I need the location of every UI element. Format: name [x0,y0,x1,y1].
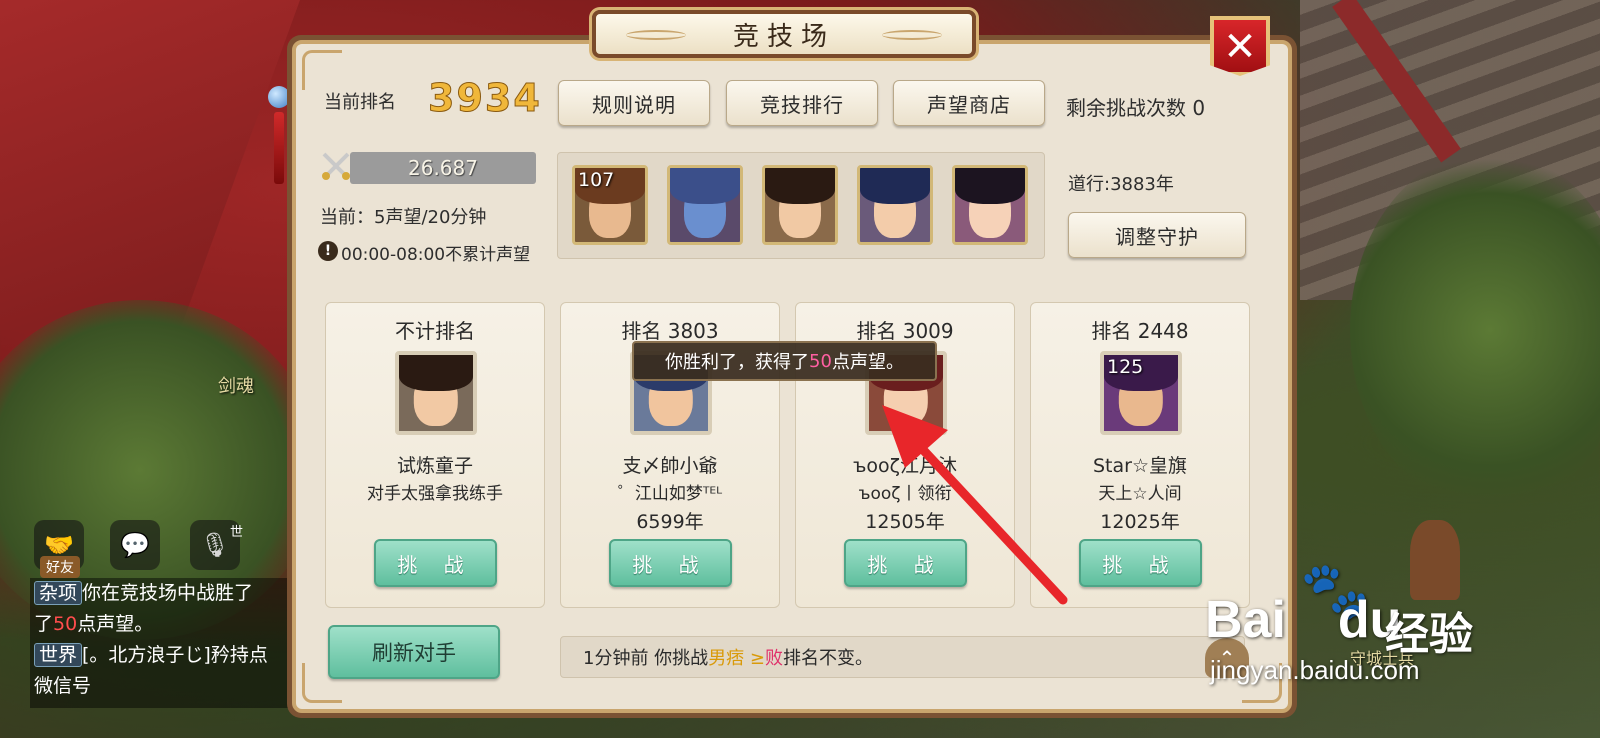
reputation-rate: 当前：5声望/20分钟 [320,207,487,228]
chat-log[interactable]: 杂项 你在竞技场中战胜了 了50点声望。 世界 [。北方浪子じ]矜持点 微信号 [30,578,330,708]
battle-log: 1分钟前 你挑战 男痞 ≥ 败 排名不变。 [560,636,1245,678]
opponent-guild: 天上☆人间 [1098,484,1182,504]
chat-text: 了 [34,613,54,635]
opponent-rank: 排名 2448 [1091,319,1189,343]
guard-statue [1410,520,1460,600]
current-rank-label: 当前排名 [324,92,396,113]
opponent-cultivation: 12025年 [1100,511,1180,533]
log-prefix: 1分钟前 你挑战 [583,648,709,669]
opponent-name: 支〆帥小爺 [622,455,718,477]
watermark-url: jingyan.baidu.com [1210,655,1420,685]
opponent-name: 试炼童子 [396,455,473,477]
ornament-tassel [274,112,284,184]
friends-label: 好友 [40,556,80,578]
chat-text: 点声望。 [77,613,154,635]
watermark-brand-part: Bai [1205,591,1286,649]
portrait-hair [670,168,740,204]
no-accumulate-warning: 00:00-08:00不累计声望 [341,245,531,265]
victory-tooltip: 你胜利了，获得了 50 点声望。 [632,341,937,381]
chat-text: [。北方浪子じ]矜持点 [82,644,268,666]
log-opponent-name: 男痞 ≥ [708,648,765,669]
guard-portrait[interactable] [952,165,1028,245]
chat-bubble-icon[interactable]: 💬 [110,520,160,570]
close-button[interactable]: ✕ [1210,16,1270,76]
portrait-hair [860,168,930,204]
rules-button[interactable]: 规则说明 [558,80,710,126]
challenge-button[interactable]: 挑 战 [374,539,497,587]
page-title: 竞技场 [732,21,835,52]
opponent-card: 不计排名试炼童子对手太强拿我练手挑 战 [325,302,545,608]
refresh-opponents-button[interactable]: 刷新对手 [328,625,500,679]
opponent-portrait[interactable]: 125 [1100,351,1182,435]
challenge-button[interactable]: 挑 战 [1079,539,1202,587]
guard-level: 107 [578,169,615,191]
chat-text: 你在竞技场中战胜了 [82,582,254,604]
opponent-rank: 排名 3803 [621,319,719,343]
reputation-shop-button[interactable]: 声望商店 [893,80,1045,126]
guard-portrait[interactable] [762,165,838,245]
opponent-card: 排名 2448 125 Star☆皇旗 天上☆人间 12025年挑 战 [1030,302,1250,608]
guard-portrait[interactable] [667,165,743,245]
leaderboard-button[interactable]: 竞技排行 [726,80,878,126]
watermark-brand: Bai du [1205,590,1401,650]
opponent-cultivation: 12505年 [865,511,945,533]
remaining-challenges: 剩余挑战次数 0 [1066,96,1206,120]
opponent-guild: ъooζ丨领衔 [858,484,952,504]
chat-line-2: 了50点声望。 [34,609,330,640]
challenge-button[interactable]: 挑 战 [609,539,732,587]
portrait-hair [765,168,835,204]
opponent-name: ъooζ江月沐 [852,455,957,477]
chat-line-4: 微信号 [34,671,330,702]
chat-tag-world: 世界 [34,643,83,667]
tooltip-highlight: 50 [809,350,832,372]
reputation-bar: 26.687 [350,152,536,184]
chat-line-3: 世界 [。北方浪子じ]矜持点 [34,640,330,671]
chat-highlight: 50 [53,613,78,635]
guard-portrait[interactable] [857,165,933,245]
title-cloud-ornament [626,30,686,40]
tooltip-prefix: 你胜利了，获得了 [665,352,810,373]
opponent-cultivation: 6599年 [636,511,704,533]
opponent-name: Star☆皇旗 [1093,455,1187,477]
watermark-exp: 经验 [1385,609,1473,660]
chat-tag-misc: 杂项 [34,581,83,605]
crossed-swords-icon [322,152,350,180]
panel-title-plate: 竞技场 [592,10,976,58]
portrait-hair [955,168,1025,204]
challenge-button[interactable]: 挑 战 [844,539,967,587]
log-suffix: 排名不变。 [783,648,873,669]
red-carpet-background [0,0,300,330]
chat-text: 微信号 [34,675,92,697]
opponent-guild: 对手太强拿我练手 [367,484,503,504]
guard-portrait[interactable]: 107 [572,165,648,245]
portrait-hair [399,355,473,392]
sword-soul-label: 剑魂 [218,376,254,397]
reputation-value: 26.687 [408,156,478,180]
log-result: 败 [765,648,783,669]
opponent-rank: 不计排名 [395,319,475,343]
panel-corner-ornament [302,50,342,90]
tooltip-suffix: 点声望。 [831,352,904,373]
voice-channel-tag: 世 [230,525,244,540]
opponent-level: 125 [1107,356,1144,378]
current-rank-value: 3934 [428,76,542,121]
close-icon: ✕ [1223,24,1257,70]
warning-icon: ! [318,241,338,261]
title-cloud-ornament [882,30,942,40]
opponent-portrait[interactable] [395,351,477,435]
adjust-guard-button[interactable]: 调整守护 [1068,212,1246,258]
cultivation-years: 道行:3883年 [1068,174,1174,195]
chat-line-1: 杂项 你在竞技场中战胜了 [34,578,330,609]
opponent-guild: ゜江山如梦ᵀᴱᴸ [617,484,723,504]
opponent-rank: 排名 3009 [856,319,954,343]
